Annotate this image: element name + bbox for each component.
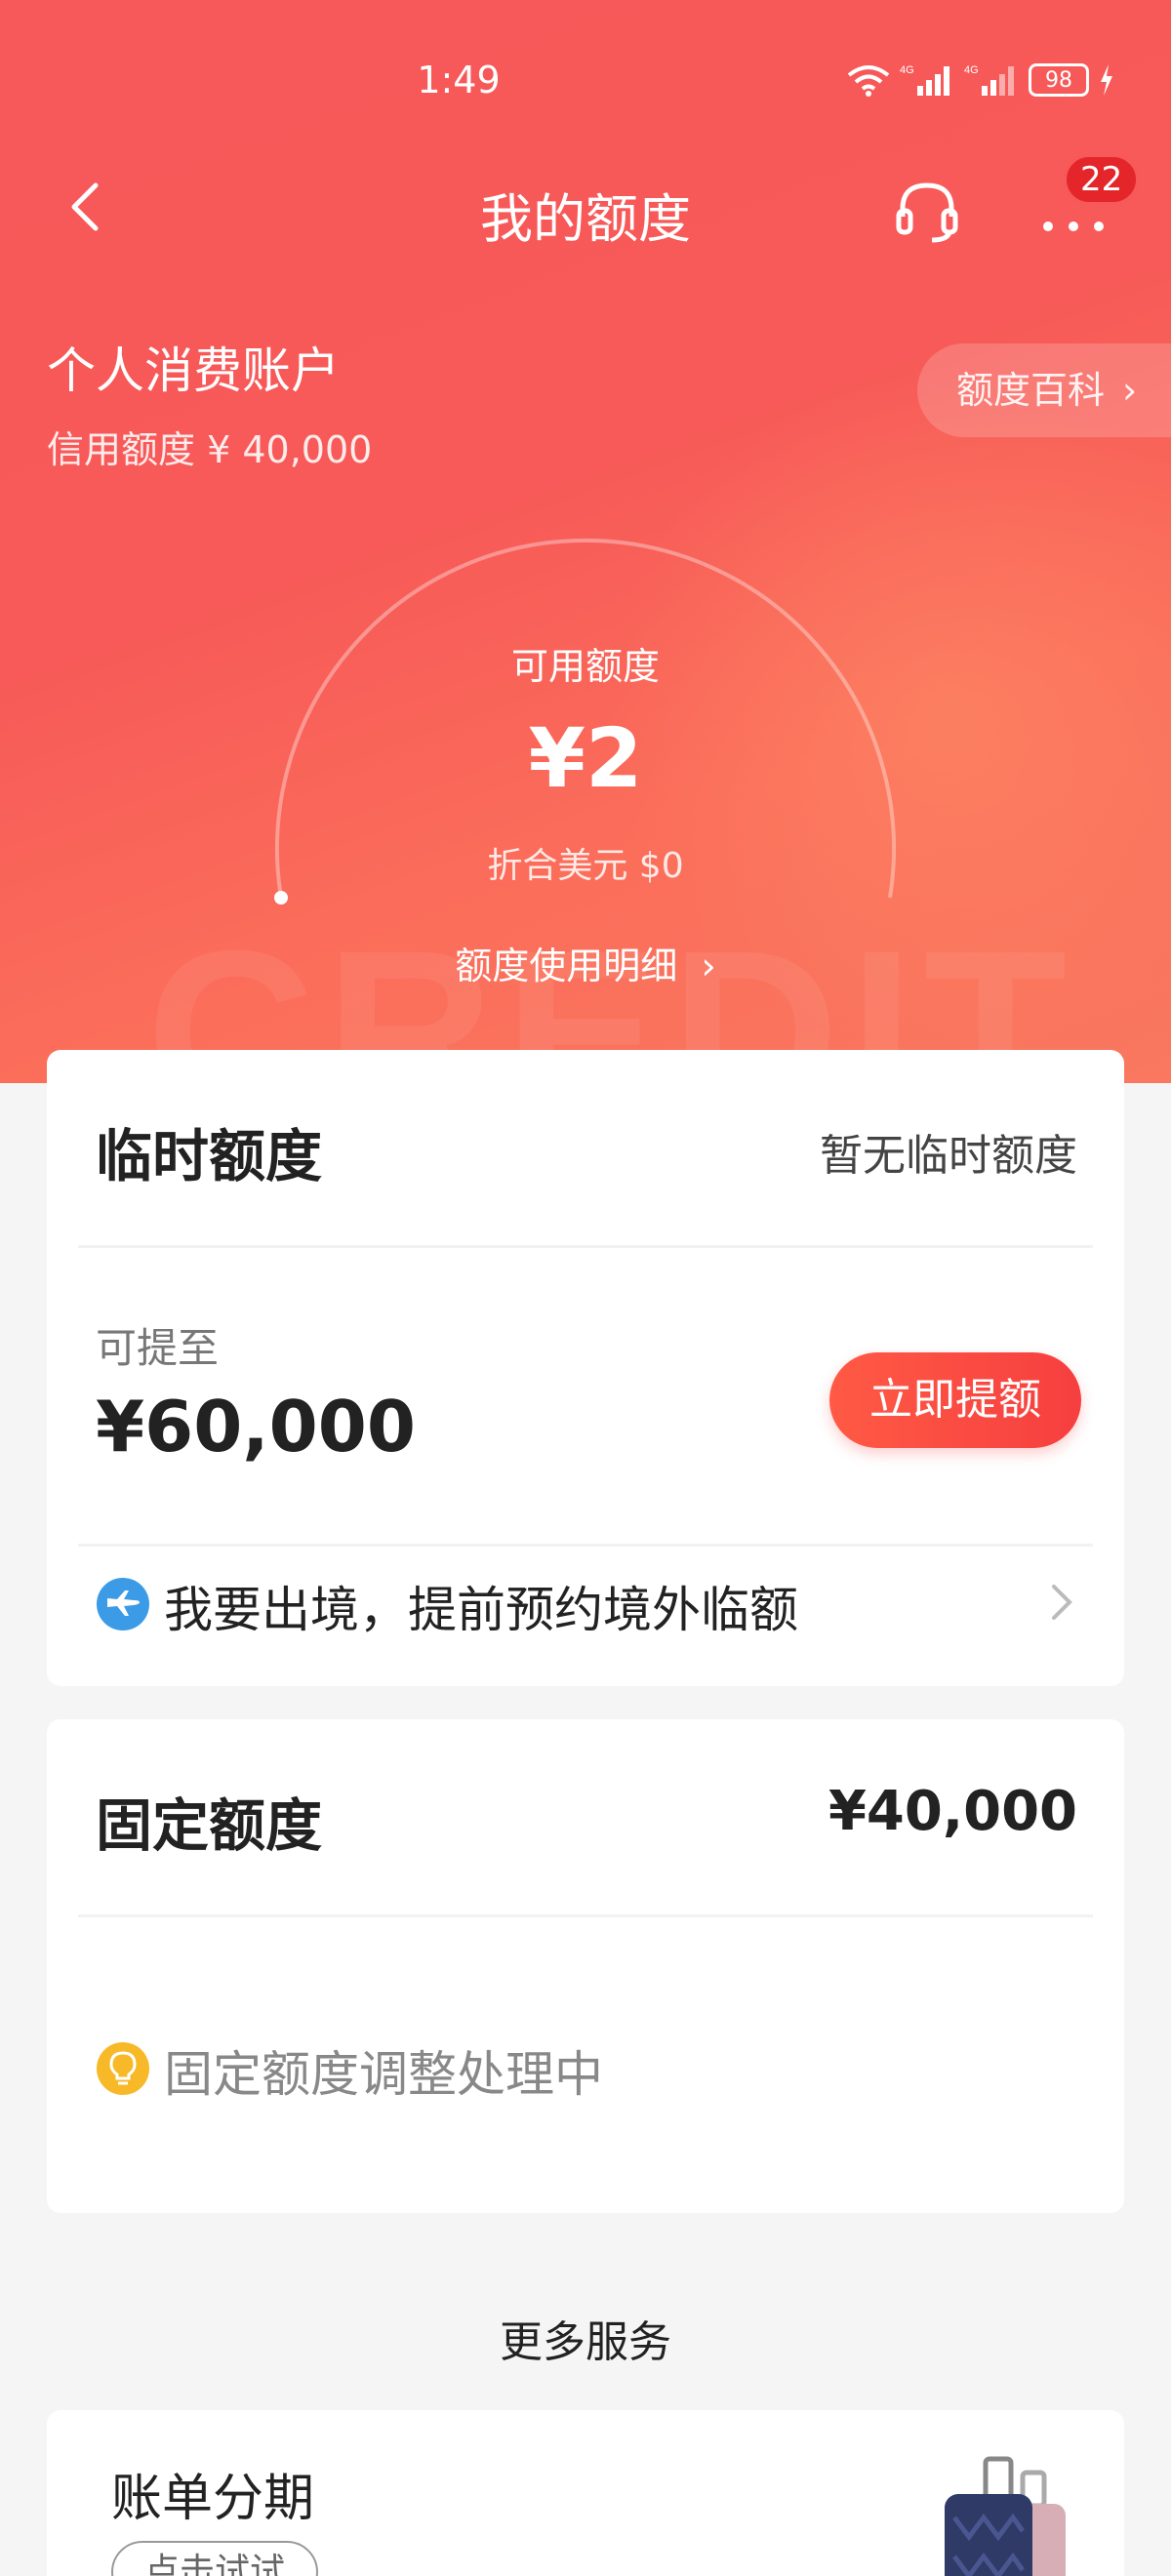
can-raise-value: ¥60,000: [96, 1386, 416, 1468]
fixed-limit-status-row: 固定额度调整处理中: [47, 2012, 1124, 2119]
abroad-temp-limit-text: 我要出境，提前预约境外临额: [164, 1582, 798, 1638]
raise-limit-button[interactable]: 立即提额: [829, 1352, 1081, 1448]
battery-indicator: 98: [1029, 63, 1089, 97]
chevron-right-icon: ›: [689, 945, 716, 987]
chevron-right-icon: [1052, 1585, 1072, 1620]
svg-text:4G: 4G: [900, 64, 914, 76]
available-value: ¥2: [528, 710, 643, 806]
limit-wiki-label: 额度百科: [956, 369, 1106, 412]
fixed-limit-card: 固定额度 ¥40,000 固定额度调整处理中: [47, 1719, 1124, 2213]
divider: [78, 1914, 1093, 1917]
divider: [78, 1544, 1093, 1547]
can-raise-label: 可提至: [96, 1324, 220, 1372]
page-title: 我的额度: [480, 188, 691, 250]
lightbulb-icon: [97, 2042, 149, 2095]
headset-icon[interactable]: [893, 176, 961, 244]
temporary-limit-card: 临时额度 暂无临时额度 可提至 ¥60,000 立即提额 我要出境，提前预约境外…: [47, 1050, 1124, 1686]
more-services-title: 更多服务: [500, 2317, 671, 2367]
back-arrow-icon[interactable]: [59, 178, 117, 236]
notification-badge: 22: [1064, 154, 1140, 205]
wifi-icon: [847, 65, 890, 97]
installment-title: 账单分期: [111, 2470, 315, 2528]
nav-bar: 我的额度: [0, 156, 1171, 263]
status-bar: 1:49 4G 4G 98: [0, 0, 1171, 176]
divider: [78, 1245, 1093, 1248]
account-title: 个人消费账户: [47, 342, 340, 399]
temporary-limit-title: 临时额度: [96, 1123, 323, 1189]
signal-icon: 4G: [900, 64, 949, 96]
chevron-right-icon: ›: [1122, 369, 1138, 412]
abroad-temp-limit-row[interactable]: 我要出境，提前预约境外临额: [47, 1548, 1124, 1655]
available-label: 可用额度: [510, 645, 660, 688]
account-credit-limit: 信用额度 ¥ 40,000: [47, 428, 373, 471]
luggage-illustration: [945, 2456, 1066, 2576]
signal-icon-2: 4G: [964, 64, 1014, 96]
installment-card[interactable]: 账单分期 点击试试: [47, 2410, 1124, 2576]
gauge-indicator: [274, 891, 288, 905]
try-it-button[interactable]: 点击试试: [111, 2541, 318, 2576]
airplane-icon: [97, 1578, 149, 1630]
charging-icon: [1101, 64, 1112, 96]
usage-details-link[interactable]: 额度使用明细 ›: [429, 937, 742, 995]
limit-wiki-button[interactable]: 额度百科 ›: [917, 343, 1171, 437]
usd-equivalent: 折合美元 $0: [487, 846, 684, 886]
fixed-limit-title: 固定额度: [96, 1792, 323, 1859]
fixed-limit-value: ¥40,000: [828, 1780, 1077, 1843]
status-time: 1:49: [417, 59, 501, 101]
usage-details-label: 额度使用明细: [455, 945, 678, 987]
svg-text:4G: 4G: [964, 64, 979, 76]
status-icons: 4G 4G 98: [847, 62, 1114, 98]
temporary-limit-status: 暂无临时额度: [820, 1131, 1077, 1181]
fixed-limit-status-text: 固定额度调整处理中: [164, 2046, 603, 2103]
